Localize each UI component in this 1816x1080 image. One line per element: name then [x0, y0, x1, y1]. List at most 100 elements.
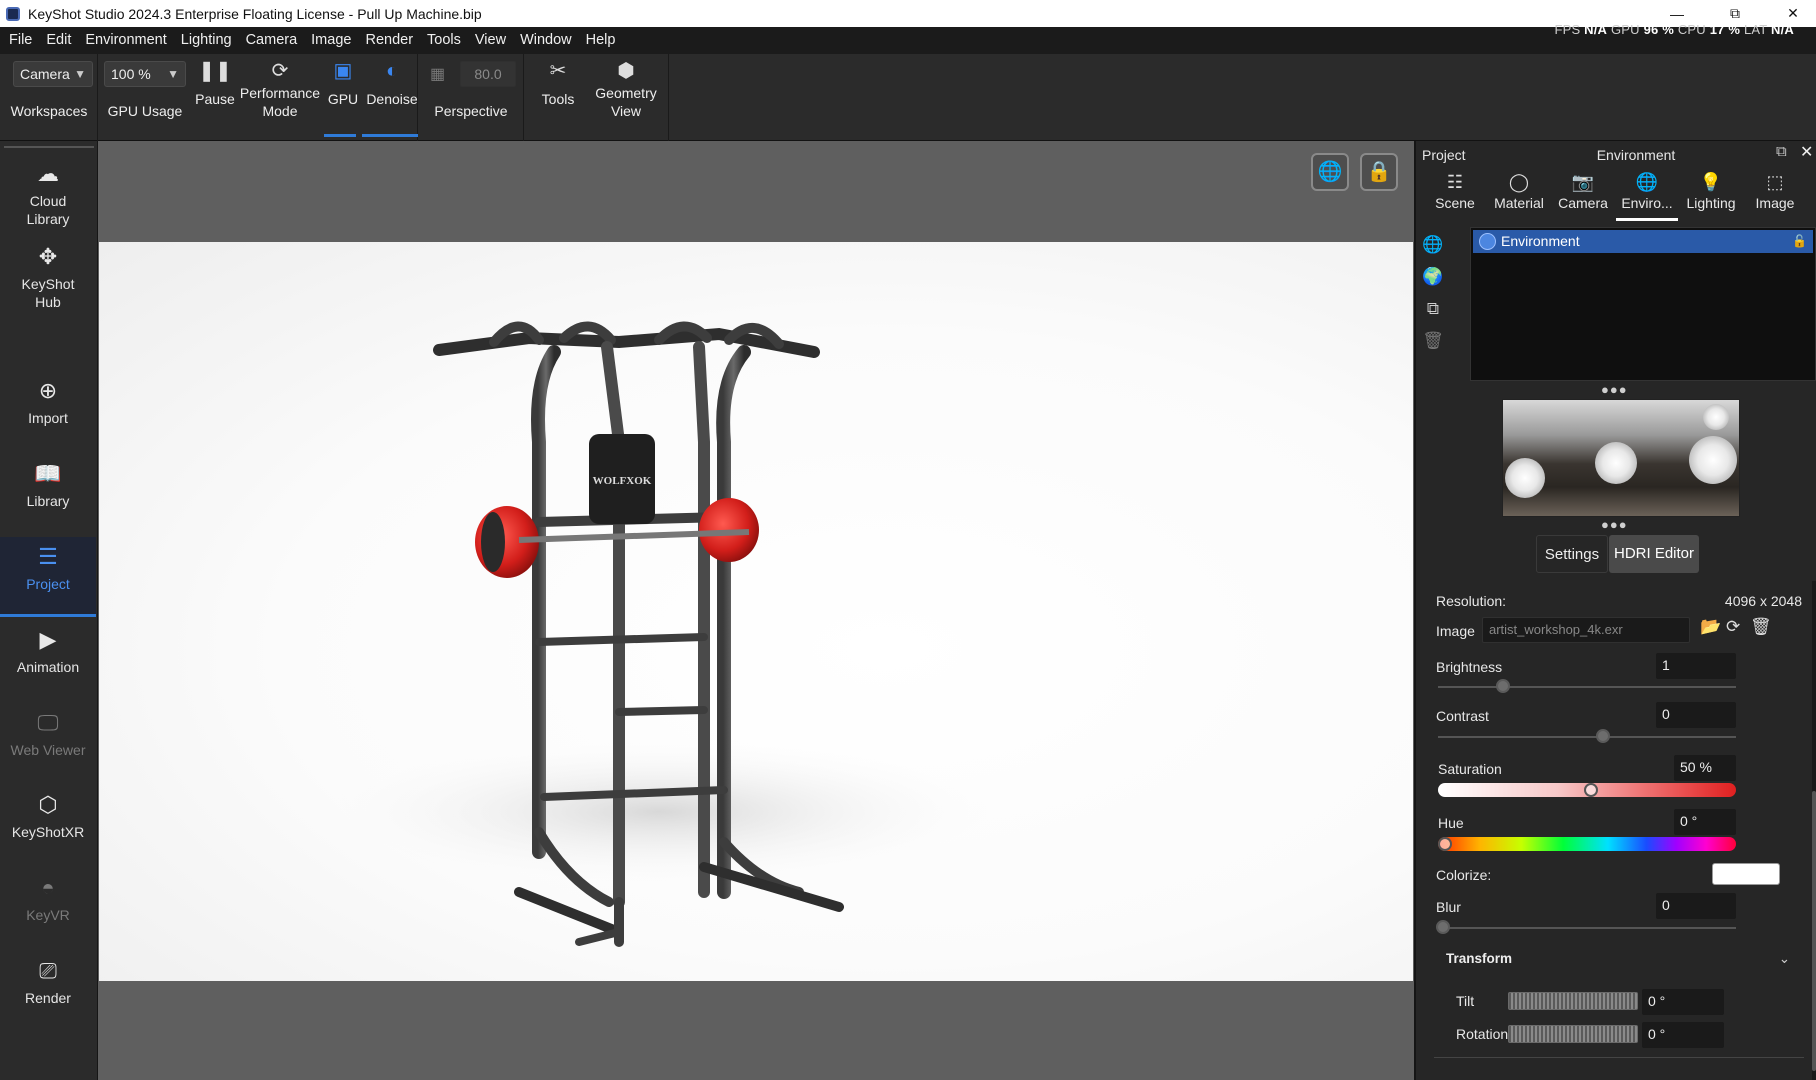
sidebar-item-render[interactable]: ⎚ Render: [0, 956, 96, 1007]
contrast-slider-knob[interactable]: [1596, 729, 1610, 743]
menu-environment[interactable]: Environment: [78, 27, 173, 54]
menu-edit[interactable]: Edit: [39, 27, 78, 54]
sidebar-item-keyshotxr[interactable]: ⬡ KeyShotXR: [0, 790, 96, 841]
panel-header: Project Environment ⧉ ✕: [1416, 141, 1816, 167]
folder-icon[interactable]: 📂: [1700, 617, 1721, 637]
menu-tools[interactable]: Tools: [420, 27, 468, 54]
hue-input[interactable]: 0 °: [1674, 809, 1736, 835]
hdri-editor-tab-button[interactable]: HDRI Editor: [1609, 535, 1699, 573]
gpu-toggle-button[interactable]: ▣ GPU: [321, 58, 365, 108]
image-file-field[interactable]: artist_workshop_4k.exr: [1482, 617, 1690, 643]
fps-label: FPS: [1554, 22, 1581, 37]
add-environment-icon[interactable]: 🌐: [1420, 229, 1446, 261]
geometry-view-button[interactable]: ⬢ Geometry View: [584, 58, 668, 120]
hdri-preview[interactable]: [1502, 399, 1740, 517]
blur-input[interactable]: 0: [1656, 893, 1736, 919]
resize-handle-dots[interactable]: ●●●: [1601, 382, 1628, 397]
colorize-label: Colorize:: [1436, 867, 1492, 883]
menu-window[interactable]: Window: [513, 27, 579, 54]
saturation-input[interactable]: 50 %: [1674, 755, 1736, 781]
tools-button[interactable]: ✂ Tools: [528, 58, 588, 108]
globe-icon: 🌐: [1635, 172, 1659, 192]
sidebar-label: KeyShotXR: [11, 824, 85, 840]
sidebar-item-animation[interactable]: ▶ Animation: [0, 625, 96, 676]
menu-camera[interactable]: Camera: [239, 27, 305, 54]
tilt-dial[interactable]: [1508, 992, 1638, 1010]
hue-slider[interactable]: [1438, 837, 1736, 851]
blur-slider-knob[interactable]: [1436, 920, 1450, 934]
delete-image-icon[interactable]: 🗑: [1750, 617, 1772, 637]
scrollbar-thumb[interactable]: [1812, 791, 1816, 1071]
panel-tabs: ☷ Scene ◯ Material 📷 Camera 🌐 Enviro... 💡 Lig…: [1416, 169, 1816, 221]
tab-material[interactable]: ◯ Material: [1488, 169, 1550, 211]
hdri-light-pin[interactable]: [1595, 442, 1637, 484]
hdri-light-pin[interactable]: [1703, 404, 1729, 430]
panel-scrollbar[interactable]: [1812, 581, 1816, 1080]
hue-slider-knob[interactable]: [1438, 837, 1452, 851]
transform-section-header[interactable]: Transform ⌄: [1434, 944, 1804, 974]
rotation-dial[interactable]: [1508, 1025, 1638, 1043]
blur-slider[interactable]: [1438, 927, 1736, 929]
performance-mode-button[interactable]: ⟳ Performance Mode: [235, 58, 325, 120]
saturation-slider-knob[interactable]: [1584, 783, 1598, 797]
render-canvas[interactable]: WOLFXOK: [99, 242, 1413, 981]
reload-icon[interactable]: ⟳: [1726, 617, 1740, 637]
tab-lighting[interactable]: 💡 Lighting: [1680, 169, 1742, 211]
hdri-light-pin[interactable]: [1505, 458, 1545, 498]
tab-image[interactable]: ⬚ Image: [1744, 169, 1806, 211]
menu-view[interactable]: View: [468, 27, 513, 54]
lock-camera-button[interactable]: 🔒: [1360, 153, 1398, 191]
popout-icon[interactable]: ⧉: [1776, 143, 1787, 160]
sidebar-item-import[interactable]: ⊕ Import: [0, 376, 96, 427]
sidebar-item-keyvr[interactable]: ◓ KeyVR: [0, 873, 96, 924]
brightness-slider[interactable]: [1438, 686, 1736, 688]
list-icon: ☷: [1446, 172, 1464, 192]
tab-camera[interactable]: 📷 Camera: [1552, 169, 1614, 211]
add-to-library-icon[interactable]: ⧉: [1420, 293, 1446, 325]
monitor-icon: 🖵: [37, 710, 59, 735]
title-bar: KeyShot Studio 2024.3 Enterprise Floatin…: [0, 0, 1816, 27]
ground-shadow: [329, 742, 989, 882]
tab-environment[interactable]: 🌐 Enviro...: [1616, 169, 1678, 221]
settings-tab-button[interactable]: Settings: [1536, 535, 1608, 573]
duplicate-environment-icon[interactable]: 🌍: [1420, 261, 1446, 293]
menu-render[interactable]: Render: [358, 27, 420, 54]
sidebar-item-keyshot-hub[interactable]: ✥ KeyShot Hub: [0, 242, 96, 311]
close-panel-icon[interactable]: ✕: [1800, 142, 1813, 162]
environment-list-item[interactable]: Environment 🔓: [1473, 230, 1813, 253]
image-label: Image: [1436, 623, 1475, 639]
gpu-usage-select[interactable]: 100 % ▼: [104, 61, 186, 87]
menu-file[interactable]: File: [2, 27, 39, 54]
blur-label: Blur: [1436, 899, 1461, 915]
contrast-slider[interactable]: [1438, 736, 1736, 738]
contrast-input[interactable]: 0: [1656, 702, 1736, 728]
menu-lighting[interactable]: Lighting: [174, 27, 239, 54]
perspective-input[interactable]: 80.0: [460, 61, 516, 87]
colorize-color-swatch[interactable]: [1712, 863, 1780, 885]
tab-label: Enviro...: [1621, 195, 1673, 211]
trash-icon[interactable]: 🗑: [1420, 325, 1446, 357]
tilt-input[interactable]: 0 °: [1642, 989, 1724, 1015]
render-viewport[interactable]: 🌐 🔒 WOLFXOK: [98, 141, 1414, 1080]
menu-help[interactable]: Help: [579, 27, 623, 54]
brightness-label: Brightness: [1436, 659, 1503, 675]
hdri-light-pin[interactable]: [1689, 436, 1737, 484]
contrast-label: Contrast: [1436, 708, 1489, 724]
pause-button[interactable]: ❚❚ Pause: [188, 58, 242, 108]
denoise-toggle-button[interactable]: ◐ Denoise: [363, 58, 421, 108]
workspace-select[interactable]: Camera ▼: [13, 61, 93, 87]
sidebar-item-cloud-library[interactable]: ☁ Cloud Library: [0, 159, 96, 228]
sidebar-item-library[interactable]: 📖 Library: [0, 459, 96, 510]
unlock-icon[interactable]: 🔓: [1792, 230, 1807, 253]
rotation-input[interactable]: 0 °: [1642, 1022, 1724, 1048]
sidebar-item-web-viewer[interactable]: 🖵 Web Viewer: [0, 708, 96, 759]
environment-rotate-button[interactable]: 🌐: [1311, 153, 1349, 191]
frame-icon: ⬚: [1766, 172, 1784, 192]
project-label: Project: [1422, 147, 1466, 163]
brightness-slider-knob[interactable]: [1496, 679, 1510, 693]
tab-scene[interactable]: ☷ Scene: [1424, 169, 1486, 211]
brightness-input[interactable]: 1: [1656, 653, 1736, 679]
hdri-resize-dots[interactable]: ●●●: [1601, 517, 1628, 532]
menu-image[interactable]: Image: [304, 27, 358, 54]
sidebar-item-project[interactable]: ☰ Project: [0, 537, 96, 617]
